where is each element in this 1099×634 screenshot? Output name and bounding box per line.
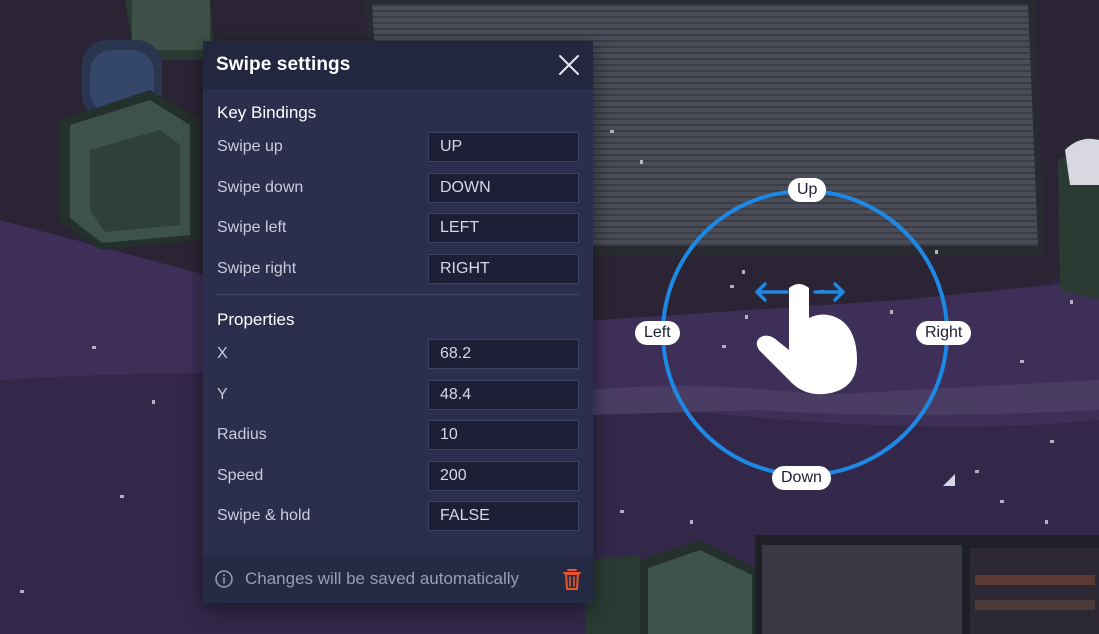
binding-label: Swipe left (217, 219, 287, 236)
binding-row-swipe-left: Swipe left (217, 213, 579, 243)
property-row-x: X (217, 339, 579, 369)
swipe-hold-field[interactable] (428, 501, 579, 531)
close-icon[interactable] (555, 51, 583, 79)
swipe-down-key-field[interactable] (428, 172, 579, 203)
swipe-hand-icon (755, 282, 857, 395)
section-divider (217, 294, 579, 295)
swipe-left-label: Left (635, 321, 680, 345)
binding-row-swipe-right: Swipe right (217, 253, 579, 284)
panel-title: Swipe settings (216, 54, 351, 75)
swipe-control-widget[interactable]: Up Down Left Right (635, 178, 972, 490)
resize-handle-icon[interactable] (943, 474, 955, 486)
trash-icon[interactable] (561, 567, 583, 591)
info-icon (215, 570, 233, 588)
swipe-right-key-field[interactable] (428, 253, 579, 284)
property-row-speed: Speed (217, 460, 579, 491)
binding-row-swipe-down: Swipe down (217, 172, 579, 203)
swipe-settings-panel: Swipe settings Key Bindings Swipe up Swi… (203, 41, 593, 603)
property-row-y: Y (217, 379, 579, 410)
properties-title: Properties (217, 310, 295, 329)
property-row-radius: Radius (217, 420, 579, 450)
property-label: Swipe & hold (217, 507, 311, 524)
panel-body: Key Bindings Swipe up Swipe down Swipe l… (203, 89, 593, 531)
property-label: Radius (217, 426, 267, 443)
panel-footer: Changes will be saved automatically (203, 555, 593, 603)
speed-field[interactable] (428, 460, 579, 491)
panel-header: Swipe settings (203, 41, 593, 89)
swipe-right-label: Right (916, 321, 972, 345)
binding-label: Swipe down (217, 178, 304, 196)
swipe-down-label: Down (772, 466, 831, 490)
property-row-swipe-hold: Swipe & hold (217, 501, 579, 531)
game-scene: Swipe settings Key Bindings Swipe up Swi… (0, 0, 1099, 634)
binding-row-swipe-up: Swipe up (217, 132, 579, 162)
key-bindings-title: Key Bindings (217, 103, 317, 122)
swipe-up-key-field[interactable] (428, 132, 579, 162)
x-field[interactable] (428, 339, 579, 369)
binding-label: Swipe right (217, 259, 297, 277)
property-label: X (217, 345, 228, 362)
swipe-left-key-field[interactable] (428, 213, 579, 243)
radius-field[interactable] (428, 420, 579, 450)
binding-label: Swipe up (217, 138, 283, 155)
property-label: Speed (217, 466, 264, 484)
swipe-up-label: Up (788, 178, 827, 202)
autosave-note: Changes will be saved automatically (245, 569, 520, 588)
property-label: Y (217, 385, 228, 403)
y-field[interactable] (428, 379, 579, 410)
